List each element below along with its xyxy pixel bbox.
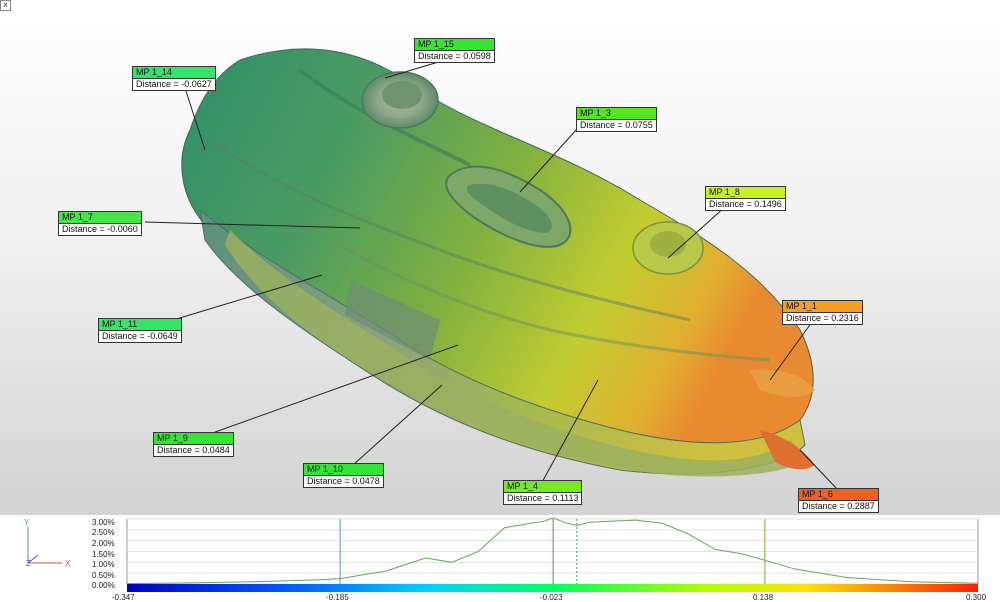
mp-distance: Distance = -0.0649 [98,330,182,343]
mp-distance: Distance = 0.0484 [153,444,234,457]
axis-z-label: Z [26,559,31,568]
mp-name: MP 1_9 [153,432,234,444]
mp-distance: Distance = 0.2316 [782,312,863,325]
y-tick-label: 1.50% [92,550,115,559]
y-tick-label: 0.00% [92,581,115,590]
mp-name: MP 1_14 [132,66,216,78]
measure-point-mp-1-11[interactable]: MP 1_11 Distance = -0.0649 [98,318,182,343]
measure-point-mp-1-14[interactable]: MP 1_14 Distance = -0.0627 [132,66,216,91]
y-tick-label: 0.50% [92,571,115,580]
x-tick-label: 0.138 [753,593,774,602]
y-tick-label: 1.00% [92,560,115,569]
mp-name: MP 1_4 [503,480,583,492]
x-tick-label: -0.347 [112,593,135,602]
measure-point-mp-1-1[interactable]: MP 1_1 Distance = 0.2316 [782,300,863,325]
measure-point-mp-1-3[interactable]: MP 1_3 Distance = 0.0755 [576,107,657,132]
mp-distance: Distance = 0.1113 [503,492,583,505]
measure-point-mp-1-9[interactable]: MP 1_9 Distance = 0.0484 [153,432,234,457]
mp-name: MP 1_6 [798,488,879,500]
y-tick-label: 2.50% [92,528,115,537]
3d-viewport[interactable]: x MP 1_15 Distance = 0.0598 MP 1_14 Dist… [0,0,1000,515]
measure-point-mp-1-15[interactable]: MP 1_15 Distance = 0.0598 [414,38,495,63]
measure-point-mp-1-8[interactable]: MP 1_8 Distance = 0.1496 [705,186,786,211]
measure-point-mp-1-10[interactable]: MP 1_10 Distance = 0.0478 [303,463,384,488]
mp-name: MP 1_1 [782,300,863,312]
mp-distance: Distance = 0.0478 [303,475,384,488]
x-tick-label: -0.023 [540,593,563,602]
deviation-histogram-panel: Y Z X [0,515,1000,600]
mp-distance: Distance = 0.1496 [705,198,786,211]
mp-distance: Distance = -0.0627 [132,78,216,91]
y-tick-label: 2.00% [92,539,115,548]
mp-name: MP 1_11 [98,318,182,330]
mp-name: MP 1_10 [303,463,384,475]
mp-distance: Distance = -0.0060 [58,223,142,236]
axes-gizmo-icon [27,527,62,564]
mp-distance: Distance = 0.0598 [414,50,495,63]
measure-point-mp-1-4[interactable]: MP 1_4 Distance = 0.1113 [503,480,583,505]
measure-point-mp-1-6[interactable]: MP 1_6 Distance = 0.2887 [798,488,879,513]
mp-name: MP 1_15 [414,38,495,50]
axis-x-label: X [65,559,71,568]
mp-distance: Distance = 0.2887 [798,500,879,513]
x-tick-label: -0.185 [326,593,349,602]
mp-name: MP 1_8 [705,186,786,198]
mp-distance: Distance = 0.0755 [576,119,657,132]
y-tick-label: 3.00% [92,518,115,527]
mp-name: MP 1_3 [576,107,657,119]
x-tick-label: 0.300 [966,593,987,602]
axis-y-label: Y [24,518,30,527]
color-scale-bar [127,584,978,592]
mp-name: MP 1_7 [58,211,142,223]
measure-point-mp-1-7[interactable]: MP 1_7 Distance = -0.0060 [58,211,142,236]
